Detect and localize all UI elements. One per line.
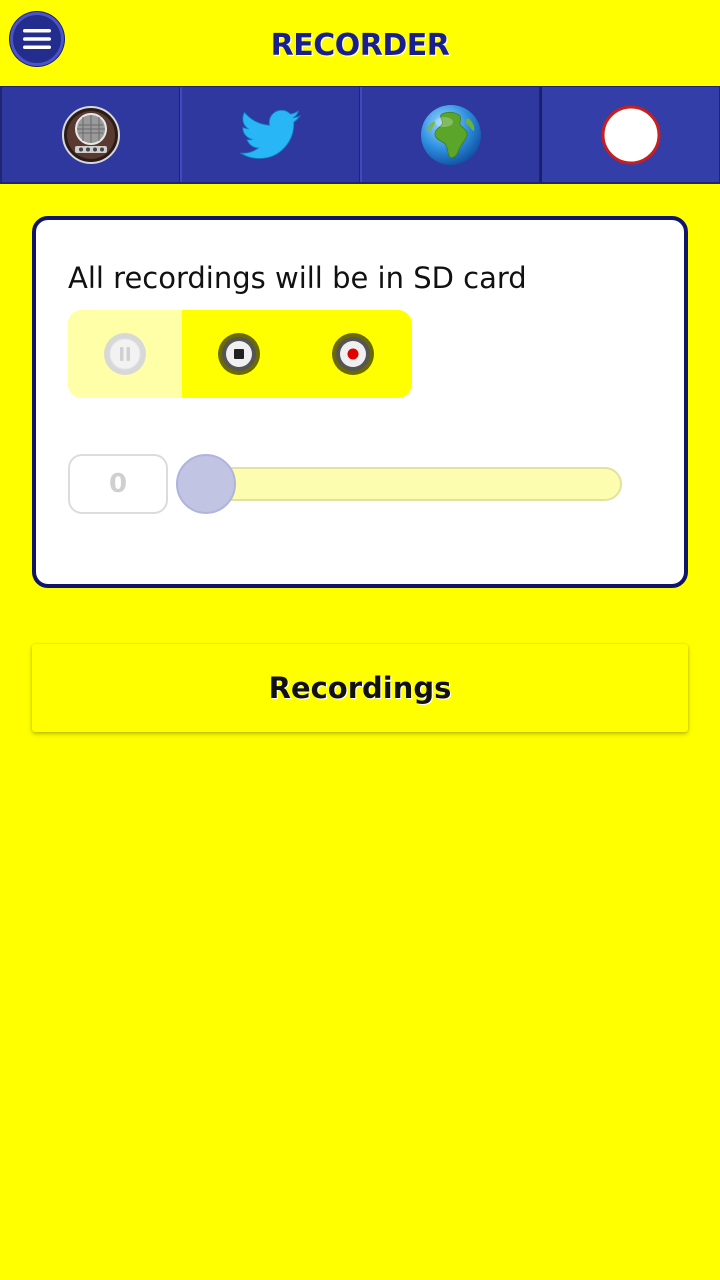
tab-twitter[interactable] <box>180 87 360 182</box>
pause-button[interactable] <box>68 310 182 398</box>
stop-icon <box>218 333 260 375</box>
globe-icon <box>420 104 481 165</box>
record-icon <box>332 333 374 375</box>
recorder-controls <box>68 310 412 398</box>
record-button[interactable] <box>296 310 410 398</box>
recording-counter: 0 <box>68 454 168 514</box>
tab-globe[interactable] <box>360 87 540 182</box>
app-header: RECORDER <box>0 0 720 86</box>
twitter-bird-icon <box>239 109 301 159</box>
storage-note: All recordings will be in SD card <box>68 261 527 295</box>
progress-slider-track[interactable] <box>180 467 622 501</box>
tab-recorder[interactable] <box>540 87 720 182</box>
page-title: RECORDER <box>270 28 450 63</box>
recorder-card: All recordings will be in SD card 0 <box>32 216 688 588</box>
recordings-button[interactable]: Recordings <box>32 644 688 732</box>
pause-icon <box>104 333 146 375</box>
tab-bar <box>0 86 720 184</box>
record-circle-icon <box>601 105 660 164</box>
tab-radio[interactable] <box>0 87 180 182</box>
progress-slider-thumb[interactable] <box>176 454 236 514</box>
stop-button[interactable] <box>182 310 296 398</box>
vintage-radio-icon <box>61 105 120 164</box>
